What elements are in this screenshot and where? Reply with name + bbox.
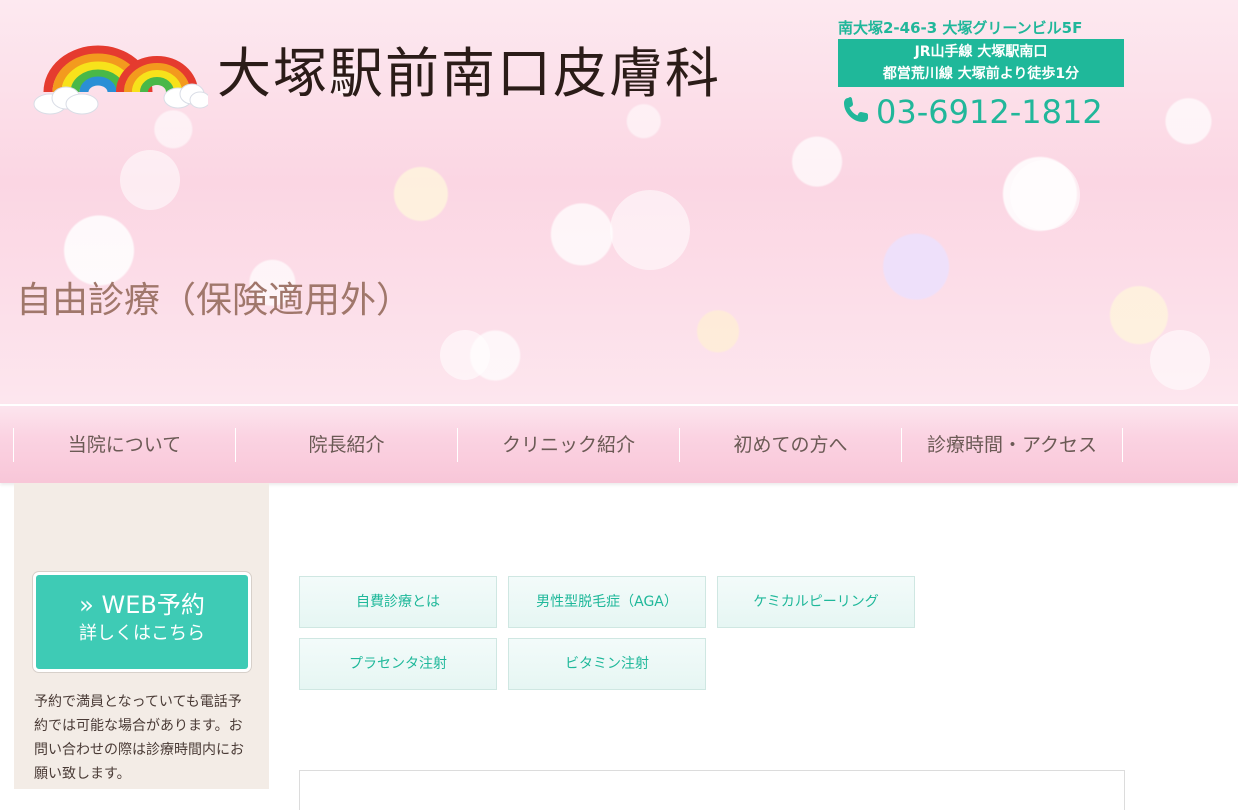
phone-icon	[842, 95, 876, 129]
content-panel	[299, 770, 1125, 810]
nav-list: 当院について 院長紹介 クリニック紹介 初めての方へ 診療時間・アクセス	[13, 428, 1123, 462]
bokeh-decoration	[610, 190, 690, 270]
clinic-address: 南大塚2-46-3 大塚グリーンビル5F	[838, 19, 1083, 37]
access-line-toden: 都営荒川線 大塚前より徒歩1分	[882, 66, 1080, 82]
web-reservation-title: » WEB予約	[79, 591, 205, 619]
bokeh-decoration	[1010, 160, 1080, 230]
nav-item-director[interactable]: 院長紹介	[235, 428, 457, 462]
phone-number[interactable]: 03-6912-1812	[876, 93, 1103, 131]
page-title: 自由診療（保険適用外）	[16, 280, 413, 321]
sidebar: » WEB予約 詳しくはこちら 予約で満員となっていても電話予約では可能な場合が…	[14, 483, 269, 789]
nav-item-hours-access[interactable]: 診療時間・アクセス	[901, 428, 1123, 462]
submenu-placenta-injection[interactable]: プラセンタ注射	[299, 638, 497, 690]
bokeh-decoration	[1150, 330, 1210, 390]
access-line-jr: JR山手線 大塚駅南口	[914, 44, 1048, 60]
web-reservation-subtitle: 詳しくはこちら	[79, 623, 205, 644]
submenu-aga[interactable]: 男性型脱毛症（AGA）	[508, 576, 706, 628]
header-hero: 大塚駅前南口皮膚科 南大塚2-46-3 大塚グリーンビル5F JR山手線 大塚駅…	[0, 0, 1238, 404]
bokeh-decoration	[120, 150, 180, 210]
submenu-chemical-peeling[interactable]: ケミカルピーリング	[717, 576, 915, 628]
nav-item-about[interactable]: 当院について	[13, 428, 235, 462]
nav-item-first-visit[interactable]: 初めての方へ	[679, 428, 901, 462]
access-info-box: JR山手線 大塚駅南口 都営荒川線 大塚前より徒歩1分	[838, 39, 1124, 87]
nav-item-clinic[interactable]: クリニック紹介	[457, 428, 679, 462]
submenu-vitamin-injection[interactable]: ビタミン注射	[508, 638, 706, 690]
phone-contact[interactable]: 03-6912-1812	[842, 92, 1103, 132]
clinic-name: 大塚駅前南口皮膚科	[217, 42, 721, 105]
submenu-self-pay-about[interactable]: 自費診療とは	[299, 576, 497, 628]
rainbow-logo-icon[interactable]	[28, 30, 211, 120]
bokeh-decoration	[440, 330, 490, 380]
global-nav: 当院について 院長紹介 クリニック紹介 初めての方へ 診療時間・アクセス	[0, 404, 1238, 483]
reservation-note: 予約で満員となっていても電話予約では可能な場合があります。お問い合わせの際は診療…	[34, 694, 244, 782]
web-reservation-button[interactable]: » WEB予約 詳しくはこちら	[33, 572, 251, 672]
